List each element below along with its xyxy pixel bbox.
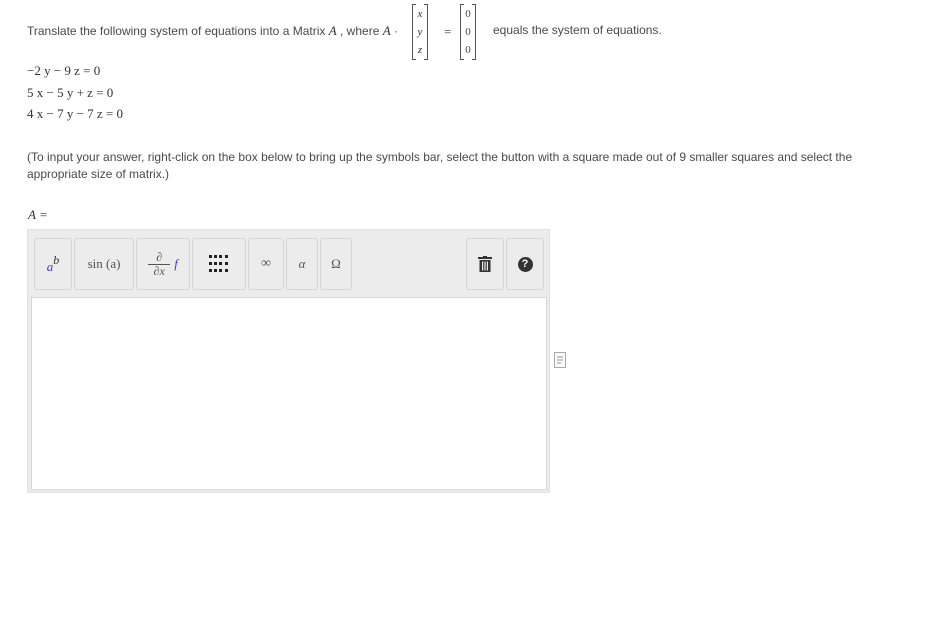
zero-vector: 0 0 0 bbox=[460, 4, 476, 60]
answer-input-area[interactable] bbox=[31, 297, 547, 490]
math-editor: a b sin (a) ∂ ∂x f ∞ α Ω ? bbox=[27, 229, 550, 493]
omega-symbols-button[interactable]: Ω bbox=[320, 238, 352, 290]
question-prompt: Translate the following system of equati… bbox=[27, 23, 398, 39]
equation-2: 5 x − 5 y + z = 0 bbox=[27, 85, 114, 100]
zero-entry-2: 0 bbox=[465, 26, 471, 38]
superscript-button[interactable]: a b bbox=[34, 238, 72, 290]
matrix-grid-button[interactable] bbox=[192, 238, 246, 290]
trash-icon bbox=[478, 256, 492, 272]
sin-label: sin (a) bbox=[87, 256, 121, 271]
vector-entry-x: x bbox=[417, 8, 423, 20]
where-text: , where bbox=[340, 24, 380, 38]
grid-icon bbox=[209, 255, 228, 272]
omega-icon: Ω bbox=[331, 256, 341, 271]
prompt-text-before: Translate the following system of equati… bbox=[27, 24, 326, 38]
greek-alpha-button[interactable]: α bbox=[286, 238, 318, 290]
clear-button[interactable] bbox=[466, 238, 504, 290]
partial-fraction: ∂ ∂x bbox=[148, 249, 171, 278]
help-button[interactable]: ? bbox=[506, 238, 544, 290]
infinity-icon: ∞ bbox=[261, 256, 271, 271]
vector-entry-y: y bbox=[417, 26, 423, 38]
prompt-text-after: equals the system of equations. bbox=[493, 23, 662, 37]
partial-bottom: ∂x bbox=[148, 263, 171, 278]
zero-entry-3: 0 bbox=[465, 44, 471, 56]
partial-derivative-button[interactable]: ∂ ∂x f bbox=[136, 238, 190, 290]
alpha-icon: α bbox=[298, 256, 306, 271]
equation-3: 4 x − 7 y − 7 z = 0 bbox=[27, 106, 124, 121]
vector-entry-z: z bbox=[417, 44, 423, 56]
partial-top: ∂ bbox=[156, 249, 163, 264]
zero-entry-1: 0 bbox=[465, 8, 471, 20]
equals-sign: = bbox=[444, 24, 452, 39]
dot-operator: · bbox=[394, 24, 399, 38]
document-lines bbox=[557, 356, 563, 364]
matrix-name-2: A bbox=[382, 23, 391, 38]
help-icon: ? bbox=[517, 256, 533, 272]
matrix-name: A bbox=[328, 23, 337, 38]
equation-1: −2 y − 9 z = 0 bbox=[27, 63, 101, 78]
superscript-exp: b bbox=[53, 252, 60, 267]
answer-label: A = bbox=[28, 207, 48, 222]
instruction-text: (To input your answer, right-click on th… bbox=[27, 150, 853, 181]
document-icon bbox=[554, 352, 566, 368]
trig-function-button[interactable]: sin (a) bbox=[74, 238, 134, 290]
variable-vector: x y z bbox=[412, 4, 428, 60]
infinity-button[interactable]: ∞ bbox=[248, 238, 284, 290]
partial-f: f bbox=[174, 256, 178, 271]
